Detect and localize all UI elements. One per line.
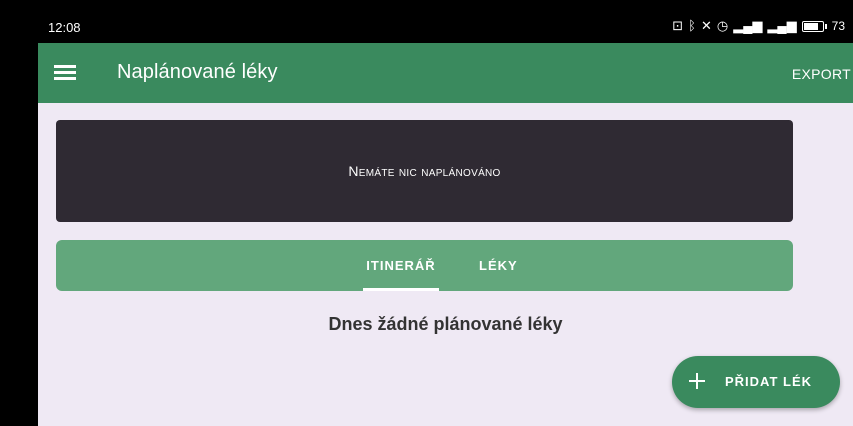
nfc-icon: ⊡ [672, 18, 684, 33]
battery-percent: 73 [831, 19, 845, 33]
add-medication-button[interactable]: PŘIDAT LÉK [672, 356, 840, 408]
add-medication-label: PŘIDAT LÉK [725, 374, 813, 389]
app-bar: Naplánované léky EXPORT [38, 43, 853, 103]
signal-icon: ▂▄▆ [733, 18, 763, 33]
banner-text: Nemáte nic naplánováno [348, 163, 501, 179]
app-screen: 12:08 ⊡ ᛒ ✕ ◷ ▂▄▆ ▂▄▆ 73 Naplánované lék… [38, 12, 853, 426]
status-bar: 12:08 ⊡ ᛒ ✕ ◷ ▂▄▆ ▂▄▆ 73 [38, 12, 853, 43]
status-icons: ⊡ ᛒ ✕ ◷ ▂▄▆ ▂▄▆ 73 [672, 18, 845, 34]
hamburger-menu-icon[interactable] [54, 63, 76, 81]
tab-bar: ITINERÁŘ LÉKY [56, 240, 793, 291]
no-schedule-banner: Nemáte nic naplánováno [56, 120, 793, 222]
empty-state-message: Dnes žádné plánované léky [328, 314, 563, 334]
status-time: 12:08 [48, 20, 81, 35]
export-button[interactable]: EXPORT [792, 66, 851, 82]
tab-itinerary[interactable]: ITINERÁŘ [363, 240, 439, 291]
page-title: Naplánované léky [117, 61, 278, 83]
signal-4g-icon: ▂▄▆ [767, 18, 797, 33]
bluetooth-icon: ᛒ [688, 18, 696, 33]
tab-indicator [363, 288, 439, 291]
plus-icon [688, 372, 706, 390]
battery-icon [801, 20, 824, 32]
mute-icon: ✕ [700, 18, 712, 33]
tab-medications[interactable]: LÉKY [479, 240, 518, 291]
alarm-icon: ◷ [716, 18, 729, 33]
